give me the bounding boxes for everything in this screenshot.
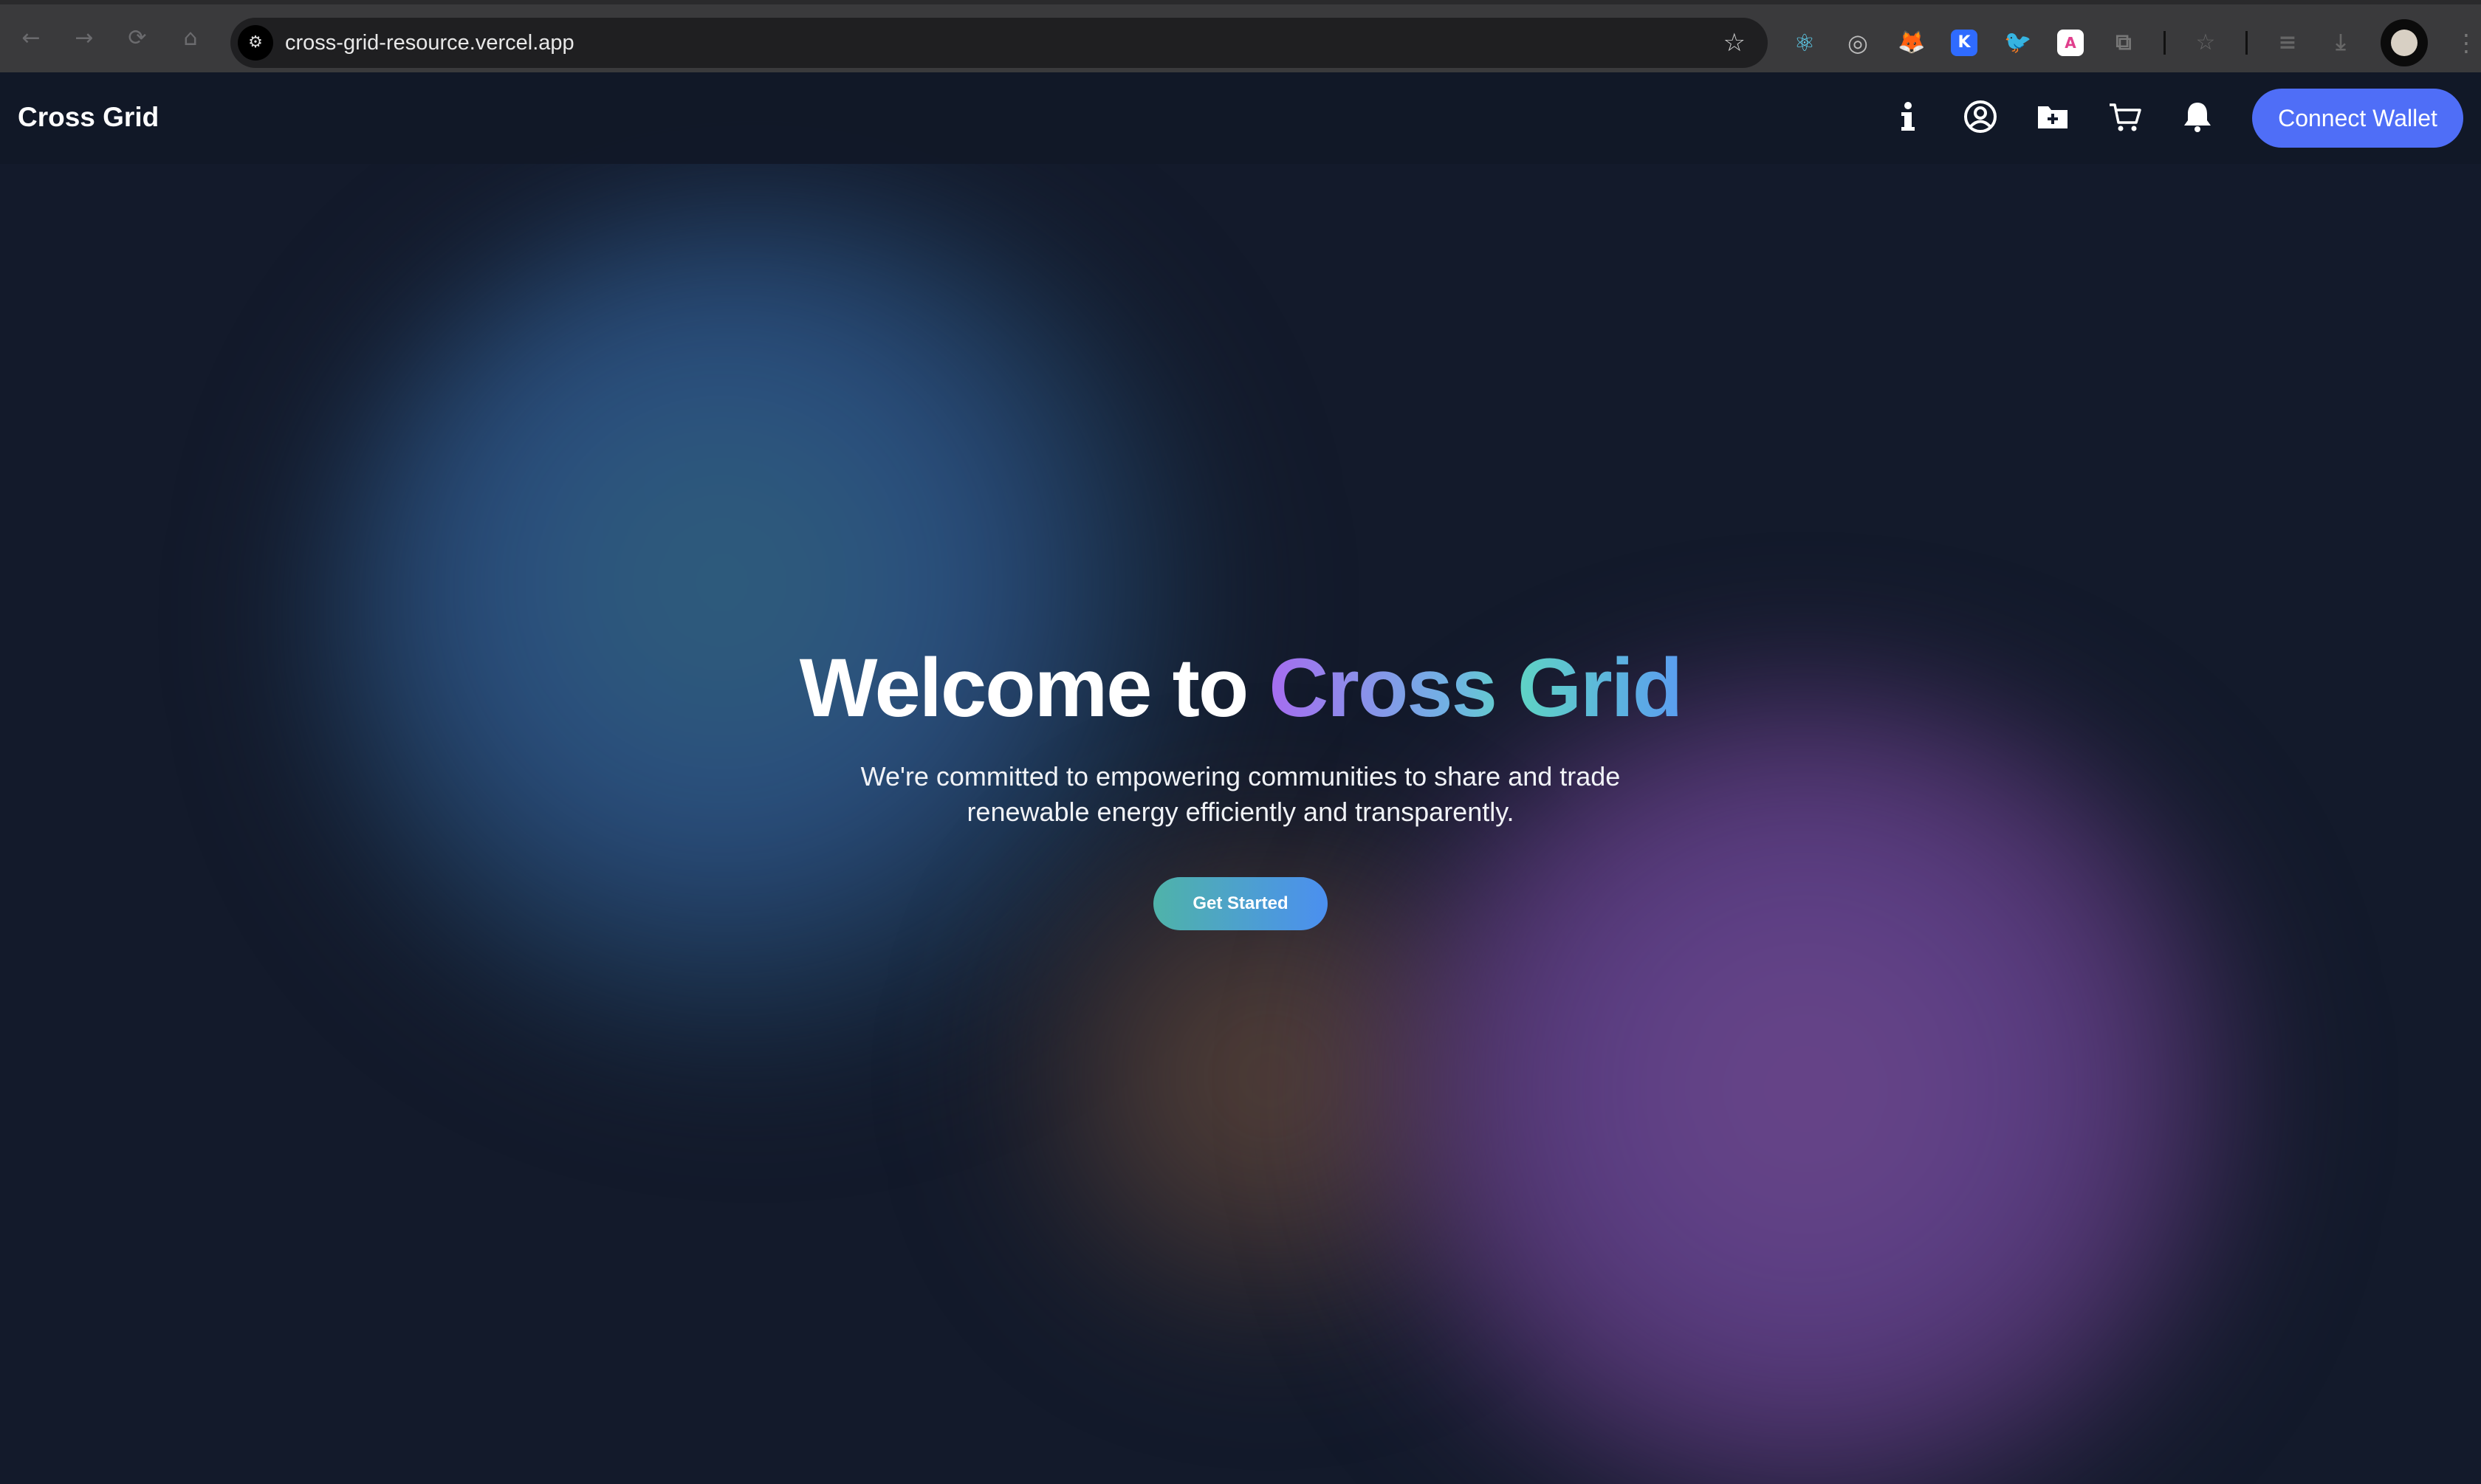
- hero-subtitle: We're committed to empowering communitie…: [834, 759, 1647, 830]
- bell-icon[interactable]: [2180, 99, 2215, 134]
- hero-subtitle-line2: renewable energy efficiently and transpa…: [967, 797, 1514, 827]
- metamask-fox-icon[interactable]: 🦊: [1898, 30, 1925, 56]
- hero-title: Welcome to Cross Grid: [0, 641, 2481, 735]
- avatar-image: [2391, 30, 2417, 56]
- profile-avatar[interactable]: [2381, 19, 2428, 66]
- toolbar-divider: [2163, 31, 2166, 55]
- hero-title-prefix: Welcome to: [799, 642, 1269, 734]
- hero-title-accent: Cross Grid: [1269, 642, 1683, 734]
- forward-icon[interactable]: →: [72, 27, 96, 50]
- folder-plus-icon[interactable]: [2035, 99, 2070, 134]
- hero-subtitle-line1: We're committed to empowering communitie…: [860, 761, 1621, 791]
- page: Cross Grid Connect Wallet Welcome to Cro…: [0, 72, 2481, 1484]
- download-icon[interactable]: ⤓: [2327, 30, 2354, 56]
- extensions-row: ⚛ ◎ 🦊 K 🐦 A ⧉ ☆ ≡ ⤓ ⋮: [1791, 19, 2478, 66]
- reload-icon[interactable]: ⟳: [126, 27, 149, 50]
- bird-extension-icon[interactable]: 🐦: [2004, 30, 2031, 56]
- connect-wallet-button[interactable]: Connect Wallet: [2252, 89, 2463, 148]
- pdf-extension-icon[interactable]: A: [2057, 30, 2084, 56]
- k-extension-icon[interactable]: K: [1951, 30, 1977, 56]
- home-icon[interactable]: ⌂: [179, 27, 202, 50]
- cart-icon[interactable]: [2107, 99, 2143, 134]
- bookmark-star-icon[interactable]: ☆: [1723, 28, 1746, 58]
- url-text[interactable]: cross-grid-resource.vercel.app: [285, 31, 574, 55]
- toolbar-divider: [2245, 31, 2248, 55]
- brand-logo-text[interactable]: Cross Grid: [18, 102, 159, 133]
- back-icon[interactable]: ←: [19, 27, 43, 50]
- browser-toolbar: ← → ⟳ ⌂ ⚙ cross-grid-resource.vercel.app…: [0, 0, 2481, 72]
- react-devtools-icon[interactable]: ⚛: [1791, 30, 1818, 56]
- reading-list-icon[interactable]: ☆: [2192, 30, 2219, 56]
- extensions-puzzle-icon[interactable]: ⧉: [2110, 30, 2137, 56]
- target-extension-icon[interactable]: ◎: [1845, 30, 1871, 56]
- address-bar[interactable]: ⚙ cross-grid-resource.vercel.app ☆: [230, 18, 1768, 68]
- site-header: Cross Grid Connect Wallet: [0, 72, 2481, 164]
- user-circle-icon[interactable]: [1963, 99, 1998, 134]
- hero-section: Welcome to Cross Grid We're committed to…: [0, 641, 2481, 930]
- browser-menu-icon[interactable]: ⋮: [2454, 29, 2478, 57]
- playlist-icon[interactable]: ≡: [2274, 30, 2301, 56]
- browser-nav-buttons: ← → ⟳ ⌂: [19, 27, 202, 50]
- header-icon-group: [1890, 99, 2215, 134]
- get-started-button[interactable]: Get Started: [1153, 877, 1328, 930]
- info-icon[interactable]: [1890, 99, 1926, 134]
- site-info-icon[interactable]: ⚙: [238, 25, 273, 61]
